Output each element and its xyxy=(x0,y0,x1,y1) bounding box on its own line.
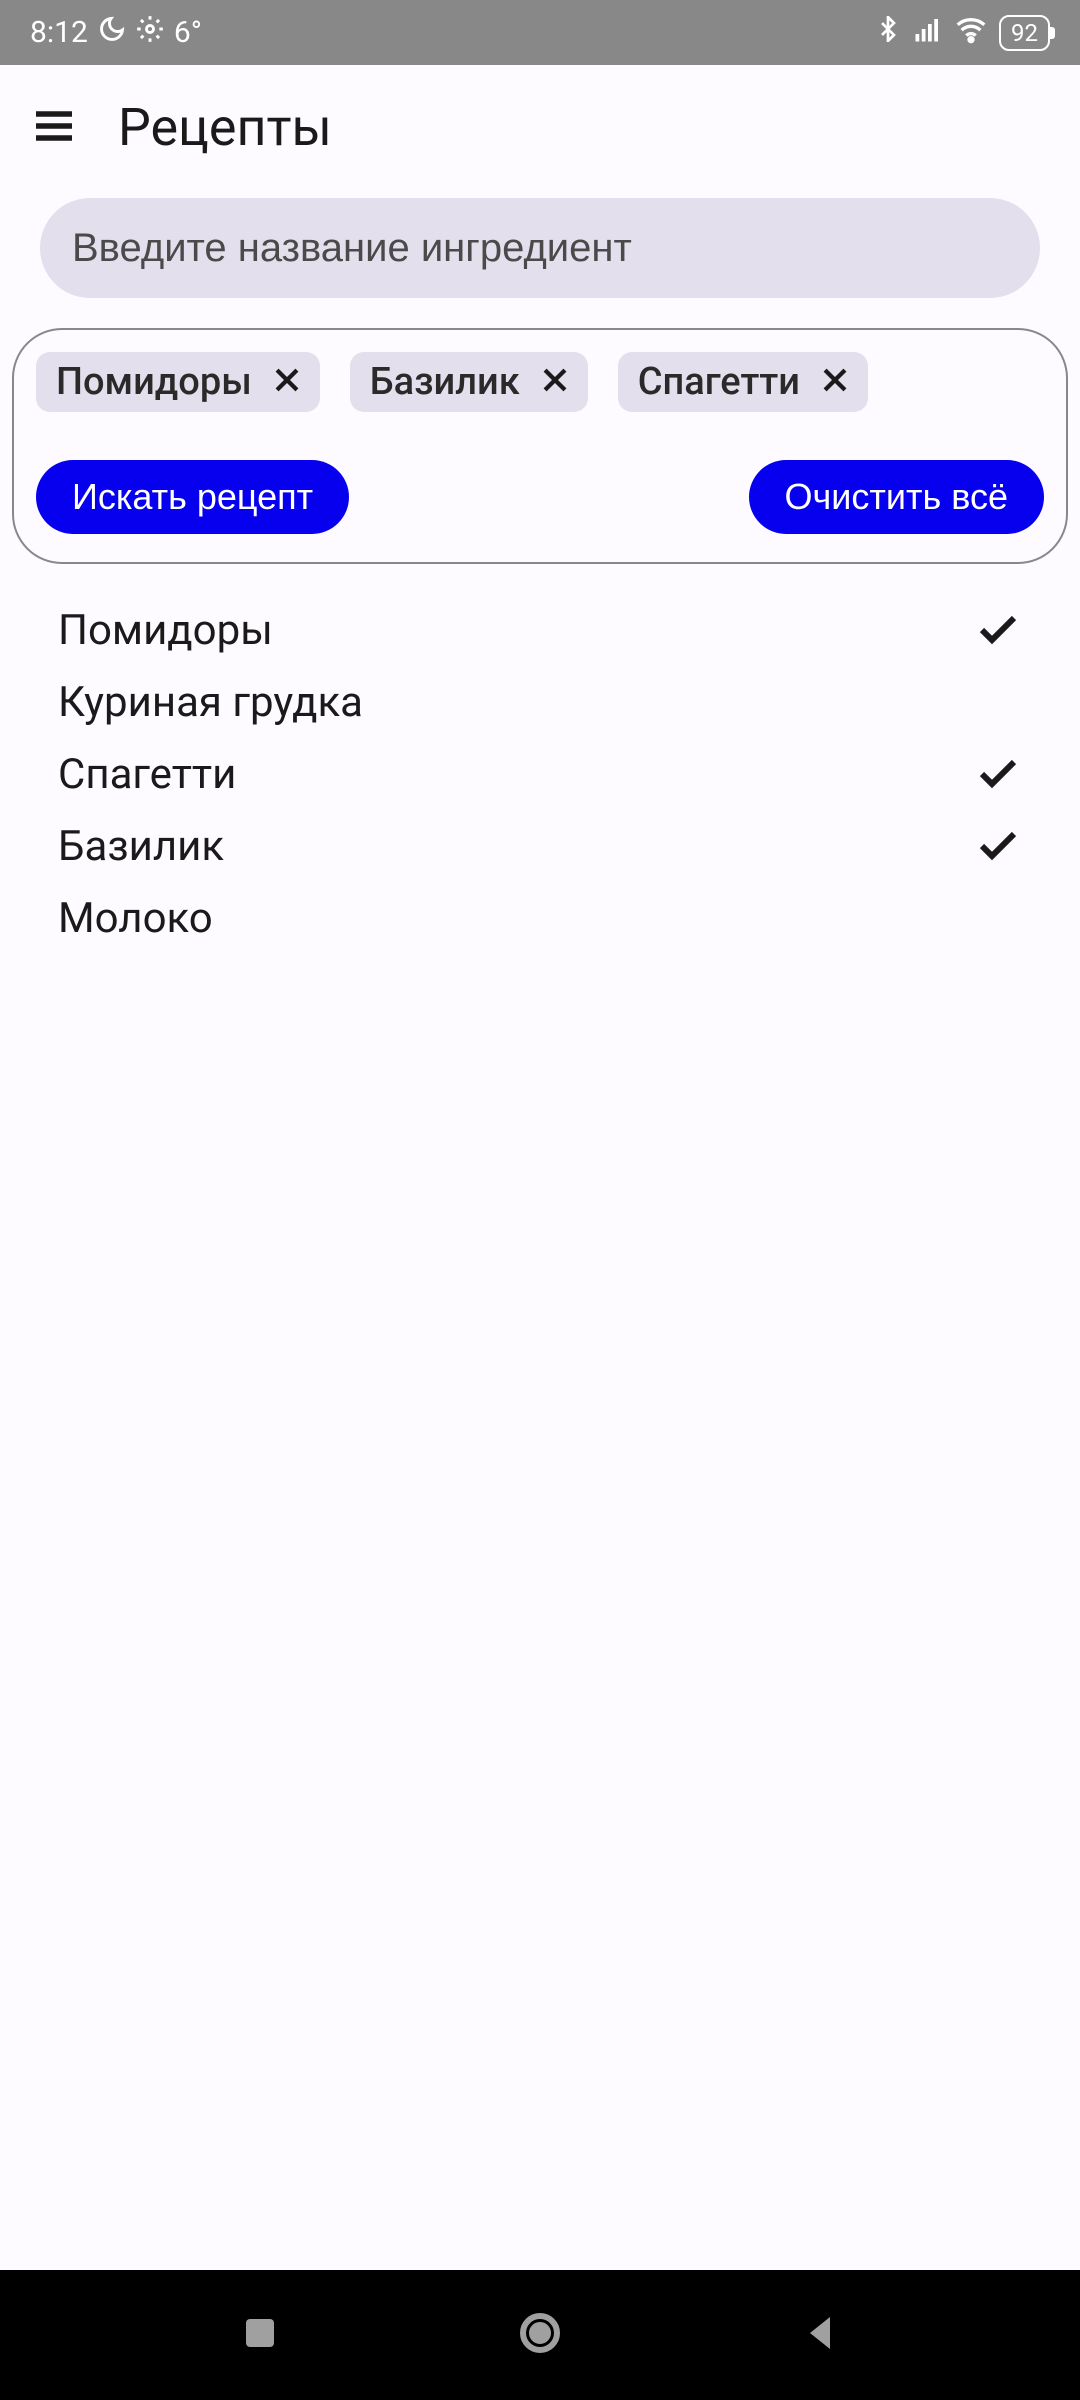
chip-basil[interactable]: Базилик xyxy=(350,352,588,412)
back-icon[interactable] xyxy=(796,2309,844,2361)
close-icon[interactable] xyxy=(538,363,572,401)
search-input[interactable] xyxy=(72,226,1008,271)
status-right: 92 xyxy=(875,13,1050,53)
list-item[interactable]: Спагетти xyxy=(58,738,1022,810)
page-title: Рецепты xyxy=(118,97,332,158)
close-icon[interactable] xyxy=(270,363,304,401)
chip-tomatoes[interactable]: Помидоры xyxy=(36,352,320,412)
ingredient-name: Помидоры xyxy=(58,606,273,655)
chip-label: Спагетти xyxy=(638,360,800,404)
bluetooth-icon xyxy=(875,15,901,50)
ingredient-name: Куриная грудка xyxy=(58,678,363,727)
ingredient-name: Молоко xyxy=(58,894,213,943)
chip-label: Помидоры xyxy=(56,360,252,404)
ingredient-name: Базилик xyxy=(58,822,224,871)
check-icon xyxy=(974,604,1022,656)
close-icon[interactable] xyxy=(818,363,852,401)
status-bar: 8:12 6° 92 xyxy=(0,0,1080,65)
status-temp: 6° xyxy=(174,15,202,50)
clear-button[interactable]: Очистить всё xyxy=(749,460,1044,534)
recent-apps-icon[interactable] xyxy=(236,2309,284,2361)
app-content: Рецепты Помидоры Базилик Спагетти xyxy=(0,65,1080,2270)
menu-icon[interactable] xyxy=(30,102,78,154)
moon-icon xyxy=(98,15,126,51)
list-item[interactable]: Молоко xyxy=(58,882,1022,954)
chips-container: Помидоры Базилик Спагетти xyxy=(36,352,1044,412)
buttons-row: Искать рецепт Очистить всё xyxy=(36,460,1044,534)
filter-panel: Помидоры Базилик Спагетти Искать рецепт xyxy=(12,328,1068,564)
status-left: 8:12 6° xyxy=(30,15,202,51)
system-nav-bar xyxy=(0,2270,1080,2400)
status-time: 8:12 xyxy=(30,15,88,50)
chip-label: Базилик xyxy=(370,360,520,404)
gear-icon xyxy=(136,15,164,51)
list-item[interactable]: Помидоры xyxy=(58,594,1022,666)
check-icon xyxy=(974,820,1022,872)
list-item[interactable]: Куриная грудка xyxy=(58,666,1022,738)
list-item[interactable]: Базилик xyxy=(58,810,1022,882)
signal-icon xyxy=(913,14,943,52)
home-icon[interactable] xyxy=(516,2309,564,2361)
search-container xyxy=(40,198,1040,298)
ingredients-list: Помидоры Куриная грудка Спагетти Базилик… xyxy=(0,564,1080,954)
app-header: Рецепты xyxy=(0,65,1080,188)
battery-indicator: 92 xyxy=(999,15,1050,51)
ingredient-name: Спагетти xyxy=(58,750,236,799)
chip-spaghetti[interactable]: Спагетти xyxy=(618,352,868,412)
check-icon xyxy=(974,748,1022,800)
search-button[interactable]: Искать рецепт xyxy=(36,460,349,534)
wifi-icon xyxy=(955,13,987,53)
